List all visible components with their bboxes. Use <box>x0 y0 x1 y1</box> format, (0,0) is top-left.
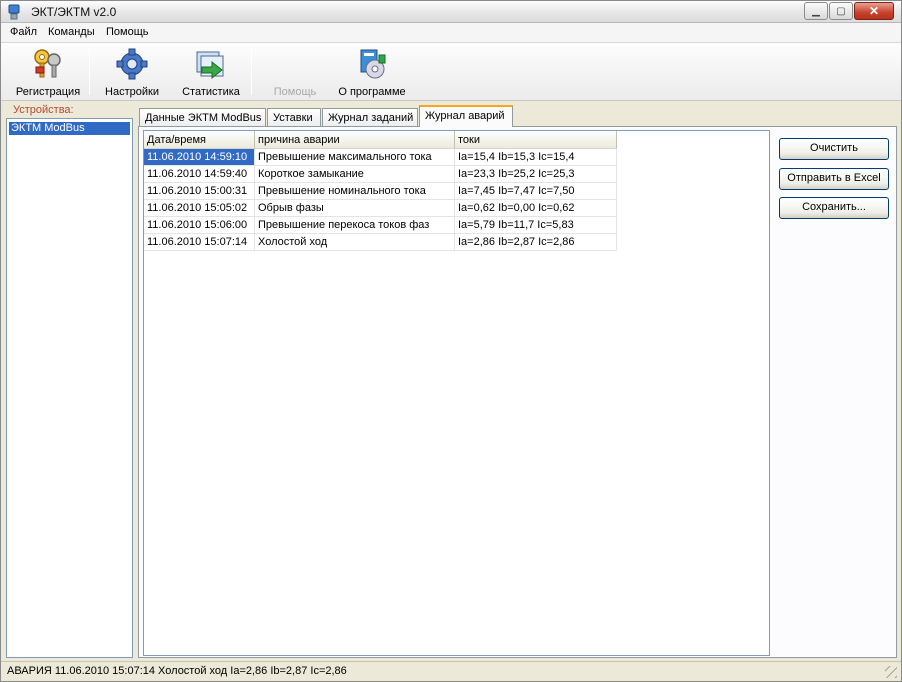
device-item[interactable]: ЭКТМ ModBus <box>9 122 130 135</box>
cell-reason: Короткое замыкание <box>255 166 455 183</box>
app-icon <box>8 4 20 20</box>
tab-settings[interactable]: Уставки <box>267 108 321 127</box>
settings-button[interactable]: Настройки <box>99 45 165 99</box>
table-body: 11.06.2010 14:59:10 Превышение максималь… <box>144 149 617 251</box>
menu-bar: Файл Команды Помощь <box>1 23 901 43</box>
toolbar: Регистрация Настройки Статистика Помощь … <box>1 43 901 101</box>
menu-file[interactable]: Файл <box>10 26 37 38</box>
statistics-button[interactable]: Статистика <box>177 45 245 99</box>
toolbar-separator <box>89 49 90 95</box>
tab-task-log[interactable]: Журнал заданий <box>322 108 418 127</box>
maximize-button[interactable]: ▢ <box>829 2 853 20</box>
minimize-button[interactable]: ▁ <box>804 2 828 20</box>
devices-list[interactable]: ЭКТМ ModBus <box>6 118 133 658</box>
column-header-reason[interactable]: причина аварии <box>255 131 455 149</box>
tab-ektm-data[interactable]: Данные ЭКТМ ModBus <box>139 108 266 127</box>
menu-help[interactable]: Помощь <box>106 26 149 38</box>
cell-reason: Обрыв фазы <box>255 200 455 217</box>
gear-icon <box>116 48 148 80</box>
cell-currents: Ia=5,79 Ib=11,7 Ic=5,83 <box>455 217 617 234</box>
menu-commands[interactable]: Команды <box>48 26 95 38</box>
cell-currents: Ia=15,4 Ib=15,3 Ic=15,4 <box>455 149 617 166</box>
help-label: Помощь <box>273 86 317 98</box>
status-bar: АВАРИЯ 11.06.2010 15:07:14 Холостой ход … <box>1 661 901 681</box>
cell-currents: Ia=0,62 Ib=0,00 Ic=0,62 <box>455 200 617 217</box>
devices-label: Устройства: <box>13 104 74 116</box>
settings-label: Настройки <box>105 86 159 98</box>
about-label: О программе <box>338 86 406 98</box>
cell-reason: Холостой ход <box>255 234 455 251</box>
keys-icon <box>34 49 61 78</box>
window-title: ЭКТ/ЭКТМ v2.0 <box>31 5 117 19</box>
cell-reason: Превышение максимального тока <box>255 149 455 166</box>
cell-currents: Ia=7,45 Ib=7,47 Ic=7,50 <box>455 183 617 200</box>
table-header: Дата/время причина аварии токи <box>144 131 617 149</box>
status-text: АВАРИЯ 11.06.2010 15:07:14 Холостой ход … <box>7 665 347 677</box>
alarm-log-table[interactable]: Дата/время причина аварии токи 11.06.201… <box>143 130 770 656</box>
clear-button[interactable]: Очистить <box>779 138 889 160</box>
table-row[interactable]: 11.06.2010 14:59:10 Превышение максималь… <box>144 149 617 166</box>
about-button[interactable]: О программе <box>335 45 409 99</box>
table-row[interactable]: 11.06.2010 15:00:31 Превышение номинальн… <box>144 183 617 200</box>
cell-datetime: 11.06.2010 15:05:02 <box>144 200 255 217</box>
cell-datetime: 11.06.2010 15:00:31 <box>144 183 255 200</box>
cell-currents: Ia=2,86 Ib=2,87 Ic=2,86 <box>455 234 617 251</box>
maximize-icon: ▢ <box>836 5 846 17</box>
cell-datetime: 11.06.2010 15:06:00 <box>144 217 255 234</box>
about-icon <box>360 49 386 79</box>
statistics-label: Статистика <box>182 86 240 98</box>
table-row[interactable]: 11.06.2010 15:06:00 Превышение перекоса … <box>144 217 617 234</box>
alarm-log-panel: Дата/время причина аварии токи 11.06.201… <box>138 126 897 658</box>
statistics-icon <box>196 51 224 80</box>
minimize-icon: ▁ <box>812 5 820 17</box>
app-window: ЭКТ/ЭКТМ v2.0 ▁ ▢ ✕ Файл Команды Помощь … <box>0 0 902 682</box>
cell-datetime: 11.06.2010 14:59:10 <box>144 149 255 166</box>
cell-datetime: 11.06.2010 15:07:14 <box>144 234 255 251</box>
save-button[interactable]: Сохранить... <box>779 197 889 219</box>
registration-button[interactable]: Регистрация <box>11 45 85 99</box>
column-header-datetime[interactable]: Дата/время <box>144 131 255 149</box>
column-header-currents[interactable]: токи <box>455 131 617 149</box>
close-icon: ✕ <box>868 4 880 18</box>
help-button[interactable]: Помощь <box>267 45 323 99</box>
title-bar[interactable]: ЭКТ/ЭКТМ v2.0 ▁ ▢ ✕ <box>1 1 901 23</box>
table-row[interactable]: 11.06.2010 14:59:40 Короткое замыкание I… <box>144 166 617 183</box>
cell-datetime: 11.06.2010 14:59:40 <box>144 166 255 183</box>
table-row[interactable]: 11.06.2010 15:05:02 Обрыв фазы Ia=0,62 I… <box>144 200 617 217</box>
send-to-excel-button[interactable]: Отправить в Excel <box>779 168 889 190</box>
tab-alarm-log[interactable]: Журнал аварий <box>419 105 513 127</box>
close-button[interactable]: ✕ <box>854 2 894 20</box>
table-row[interactable]: 11.06.2010 15:07:14 Холостой ход Ia=2,86… <box>144 234 617 251</box>
cell-reason: Превышение перекоса токов фаз <box>255 217 455 234</box>
toolbar-separator <box>251 49 252 95</box>
resize-grip-icon[interactable] <box>885 666 897 678</box>
registration-label: Регистрация <box>15 86 81 98</box>
cell-currents: Ia=23,3 Ib=25,2 Ic=25,3 <box>455 166 617 183</box>
cell-reason: Превышение номинального тока <box>255 183 455 200</box>
